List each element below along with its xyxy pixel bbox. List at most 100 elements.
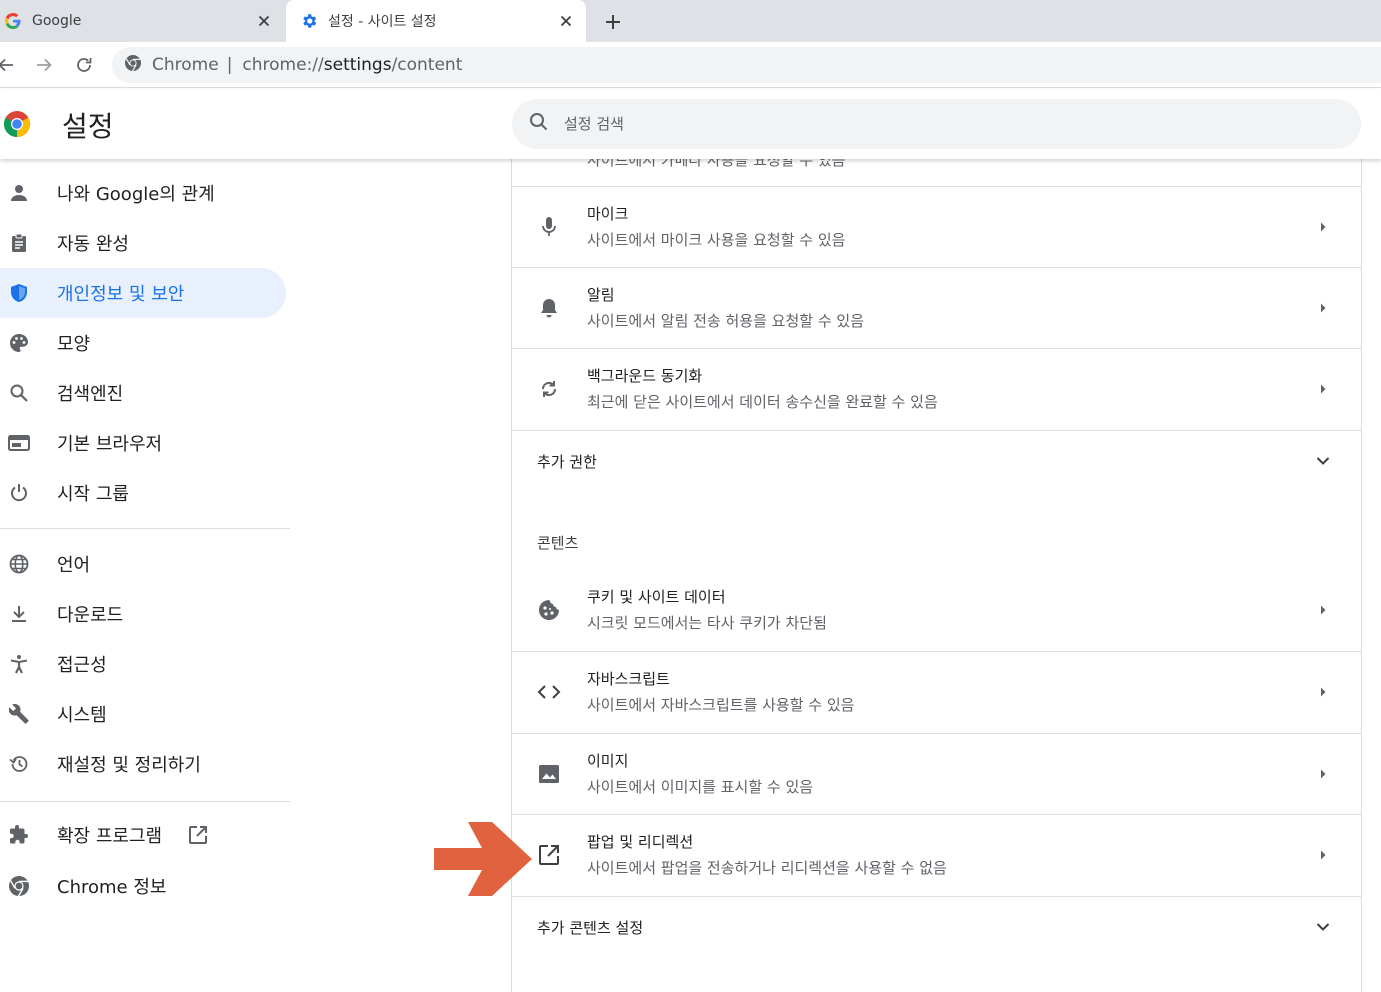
arrow-right-icon (1315, 766, 1331, 782)
globe-icon (8, 553, 30, 575)
sidebar-item-label: 자동 완성 (57, 234, 129, 255)
chrome-logo-icon (3, 110, 31, 138)
chrome-icon (8, 875, 30, 897)
row-title: 알림 (587, 286, 615, 304)
row-javascript[interactable]: 자바스크립트 사이트에서 자바스크립트를 사용할 수 있음 (512, 651, 1361, 733)
sidebar-item-reset[interactable]: 재설정 및 정리하기 (0, 739, 286, 789)
row-title: 이미지 (587, 752, 629, 770)
close-tab-icon[interactable] (556, 11, 576, 31)
gear-icon (300, 12, 318, 30)
back-button[interactable] (0, 53, 18, 77)
open-in-new-icon (537, 843, 561, 867)
row-title: 마이크 (587, 205, 629, 223)
microphone-icon (537, 215, 561, 239)
row-title: 자바스크립트 (587, 670, 670, 688)
row-notifications[interactable]: 알림 사이트에서 알림 전송 허용을 요청할 수 있음 (512, 267, 1361, 347)
row-title: 쿠키 및 사이트 데이터 (587, 588, 726, 606)
sidebar-item-system[interactable]: 시스템 (0, 689, 286, 739)
site-settings-card: 사이트에서 카메라 사용을 요청할 수 있음 마이크 사이트에서 마이크 사용을… (511, 159, 1362, 992)
url-scheme: chrome:// (242, 55, 324, 75)
chevron-down-icon (1313, 917, 1333, 937)
content-section-heading: 콘텐츠 (537, 534, 579, 552)
sidebar-item-on-startup[interactable]: 시작 그룹 (0, 468, 286, 518)
forward-arrow-icon (37, 58, 52, 72)
address-bar[interactable]: Chrome | chrome://settings/content (112, 47, 1381, 83)
tab-settings[interactable]: 설정 - 사이트 설정 (286, 0, 586, 42)
open-in-new-icon (188, 825, 208, 850)
page-title: 설정 (62, 110, 114, 143)
row-popups-redirects[interactable]: 팝업 및 리디렉션 사이트에서 팝업을 전송하거나 리디렉션을 사용할 수 없음 (512, 814, 1361, 896)
tab-google[interactable]: Google (0, 0, 284, 42)
additional-content-settings-toggle[interactable]: 추가 콘텐츠 설정 (512, 896, 1361, 956)
sidebar-item-extensions[interactable]: 확장 프로그램 (0, 810, 286, 860)
chevron-down-icon (1313, 451, 1333, 471)
reload-button[interactable] (72, 53, 96, 77)
row-subtitle: 사이트에서 마이크 사용을 요청할 수 있음 (587, 231, 846, 249)
sidebar-item-default-browser[interactable]: 기본 브라우저 (0, 418, 286, 468)
cookie-icon (537, 598, 561, 622)
shield-icon (8, 282, 30, 304)
sidebar-item-downloads[interactable]: 다운로드 (0, 589, 286, 639)
expand-title: 추가 권한 (537, 453, 597, 471)
row-title: 팝업 및 리디렉션 (587, 833, 694, 851)
sidebar-divider (0, 801, 290, 802)
sidebar-item-label: 확장 프로그램 (57, 826, 163, 847)
sidebar-item-languages[interactable]: 언어 (0, 539, 286, 589)
tab-title: Google (32, 13, 82, 29)
row-subtitle: 사이트에서 팝업을 전송하거나 리디렉션을 사용할 수 없음 (587, 859, 947, 877)
tab-title: 설정 - 사이트 설정 (328, 14, 437, 30)
sidebar-item-search-engine[interactable]: 검색엔진 (0, 368, 286, 418)
new-tab-button[interactable] (600, 9, 626, 35)
close-tab-icon[interactable] (254, 11, 274, 31)
settings-search[interactable] (512, 99, 1361, 149)
bell-icon (537, 296, 561, 320)
url-host: settings (323, 55, 392, 75)
palette-icon (8, 332, 30, 354)
sidebar-item-you-and-google[interactable]: 나와 Google의 관계 (0, 168, 286, 218)
image-icon (537, 762, 561, 786)
arrow-right-icon (1315, 602, 1331, 618)
sidebar-item-accessibility[interactable]: 접근성 (0, 639, 286, 689)
search-icon (8, 382, 30, 404)
row-images[interactable]: 이미지 사이트에서 이미지를 표시할 수 있음 (512, 733, 1361, 813)
sidebar-item-label: 재설정 및 정리하기 (57, 755, 201, 776)
arrow-right-icon (1315, 300, 1331, 316)
power-icon (8, 482, 30, 504)
row-subtitle: 사이트에서 알림 전송 허용을 요청할 수 있음 (587, 312, 865, 330)
row-title: 백그라운드 동기화 (587, 367, 703, 385)
sidebar-divider (0, 528, 290, 529)
sidebar-item-label: 시작 그룹 (57, 484, 129, 505)
sidebar-item-appearance[interactable]: 모양 (0, 318, 286, 368)
forward-button[interactable] (32, 53, 56, 77)
back-arrow-icon (0, 58, 13, 72)
plus-icon (606, 15, 620, 29)
row-cookies[interactable]: 쿠키 및 사이트 데이터 시크릿 모드에서는 타사 쿠키가 차단됨 (512, 570, 1361, 650)
clipboard-icon (8, 232, 30, 254)
puzzle-icon (8, 824, 30, 846)
row-subtitle: 최근에 닫은 사이트에서 데이터 송수신을 완료할 수 있음 (587, 393, 938, 411)
chrome-site-icon (124, 54, 142, 77)
accessibility-icon (8, 653, 30, 675)
row-microphone[interactable]: 마이크 사이트에서 마이크 사용을 요청할 수 있음 (512, 186, 1361, 266)
row-background-sync[interactable]: 백그라운드 동기화 최근에 닫은 사이트에서 데이터 송수신을 완료할 수 있음 (512, 348, 1361, 430)
sidebar-item-label: 나와 Google의 관계 (57, 184, 215, 205)
sidebar-item-privacy[interactable]: 개인정보 및 보안 (0, 268, 286, 318)
sidebar-item-label: 언어 (57, 555, 91, 576)
annotation-arrow-icon (434, 820, 534, 898)
sidebar-item-about-chrome[interactable]: Chrome 정보 (0, 861, 286, 911)
sidebar-item-label: 시스템 (57, 705, 107, 726)
browser-icon (8, 432, 30, 454)
additional-permissions-toggle[interactable]: 추가 권한 (512, 430, 1361, 490)
row-subtitle: 시크릿 모드에서는 타사 쿠키가 차단됨 (587, 614, 827, 632)
arrow-right-icon (1315, 219, 1331, 235)
search-input[interactable] (564, 115, 1264, 133)
person-icon (8, 182, 30, 204)
sync-icon (537, 377, 561, 401)
camera-row-partial-text: 사이트에서 카메라 사용을 요청할 수 있음 (587, 159, 846, 169)
sidebar-item-autofill[interactable]: 자동 완성 (0, 218, 286, 268)
settings-sidebar: 나와 Google의 관계 자동 완성 개인정보 및 보안 모양 검색엔진 기본… (0, 159, 300, 992)
google-g-icon (4, 12, 22, 30)
wrench-icon (8, 703, 30, 725)
sidebar-item-label: 검색엔진 (57, 384, 124, 405)
address-separator: | (226, 55, 233, 75)
